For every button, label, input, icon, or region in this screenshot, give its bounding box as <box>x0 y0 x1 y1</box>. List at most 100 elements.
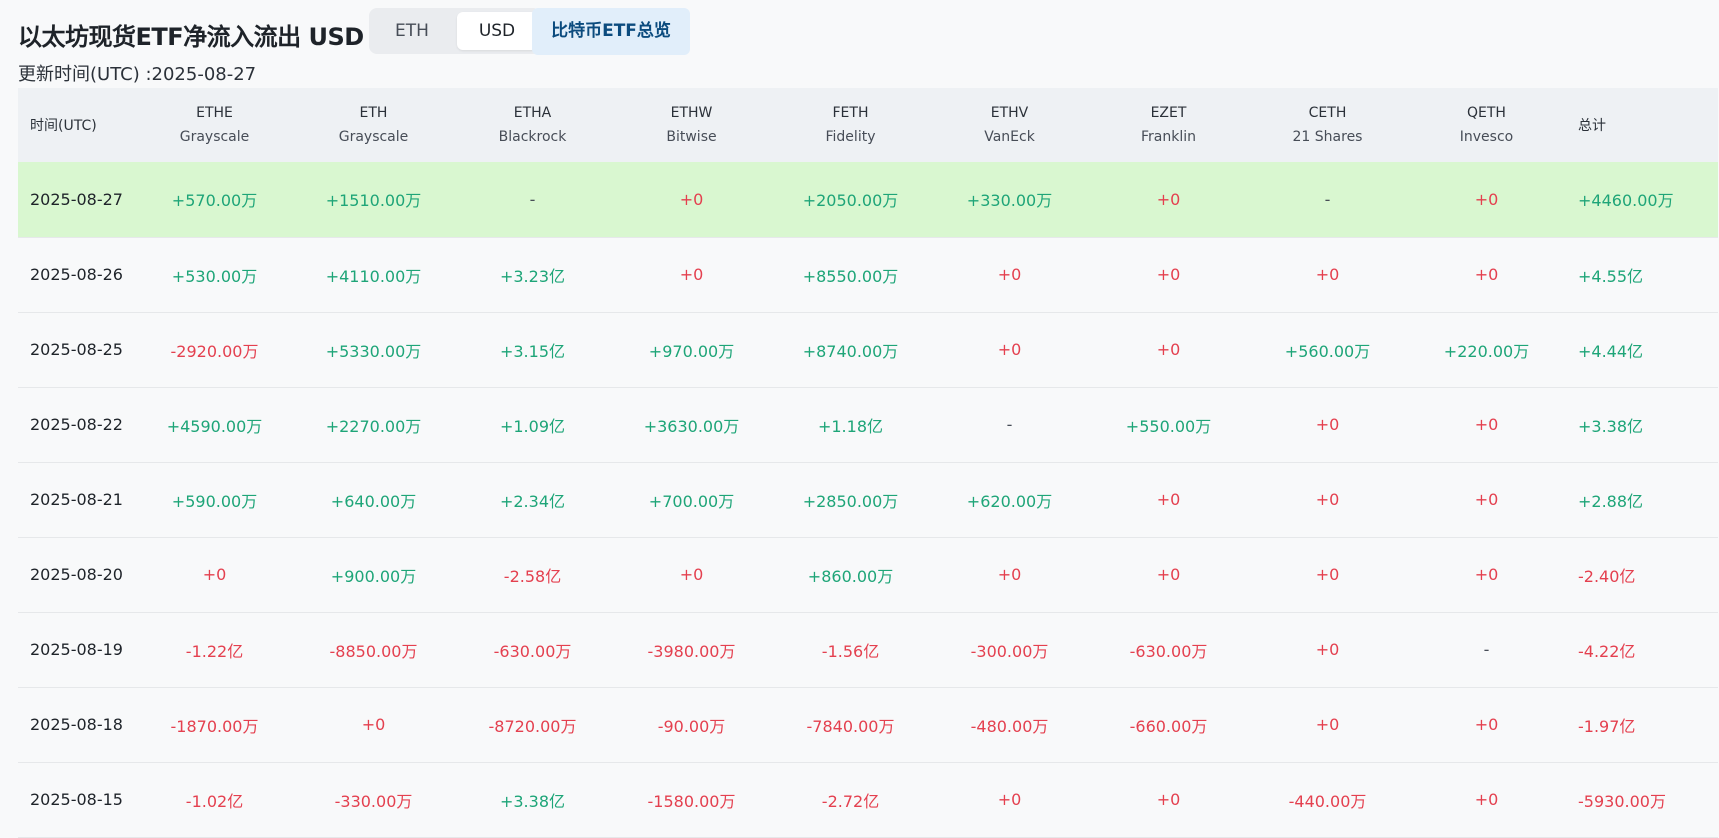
flow-cell: +8740.00万 <box>802 341 899 361</box>
column-code: ETH <box>359 105 388 121</box>
usd-unit-button[interactable]: USD <box>457 12 537 50</box>
table-row: 2025-08-22 +4590.00万 +2270.00万 +1.09亿 +3630.… <box>18 387 1718 462</box>
flow-cell: +0 <box>1156 189 1181 209</box>
column-header-ethw[interactable]: ETHW Bitwise <box>612 88 771 162</box>
row-date: 2025-08-25 <box>30 340 123 359</box>
flow-cell: +330.00万 <box>966 191 1053 211</box>
column-header-ceth[interactable]: CETH 21 Shares <box>1248 88 1407 162</box>
flow-cell: -630.00万 <box>1129 641 1208 661</box>
flow-cell: -7840.00万 <box>806 716 895 736</box>
flow-cell: -8720.00万 <box>488 716 577 736</box>
flow-cell: +0 <box>1474 565 1499 584</box>
flow-cell: +0 <box>1315 490 1340 509</box>
column-header-ethv[interactable]: ETHV VanEck <box>930 88 1089 162</box>
flow-cell: +620.00万 <box>966 491 1053 511</box>
flow-cell: +2.34亿 <box>499 491 566 511</box>
column-issuer: VanEck <box>984 129 1035 145</box>
table-row: 2025-08-21 +590.00万 +640.00万 +2.34亿 +700.00万… <box>18 462 1718 537</box>
flow-cell: +2050.00万 <box>802 191 899 211</box>
column-header-etha[interactable]: ETHA Blackrock <box>453 88 612 162</box>
flow-cell: +0 <box>1156 490 1181 509</box>
column-code: EZET <box>1150 105 1187 121</box>
row-date: 2025-08-27 <box>30 189 123 209</box>
column-header-ezet[interactable]: EZET Franklin <box>1089 88 1248 162</box>
flow-cell: +700.00万 <box>648 491 735 511</box>
table-row: 2025-08-27 +570.00万 +1510.00万 - +0 +2050.00万 +… <box>18 162 1718 237</box>
flow-cell: -1580.00万 <box>647 791 736 811</box>
btc-etf-overview-button[interactable]: 比特币ETF总览 <box>532 8 690 55</box>
flow-cell: -1.56亿 <box>821 641 880 661</box>
flow-cell: -1870.00万 <box>170 716 259 736</box>
flow-cell: +5330.00万 <box>325 341 422 361</box>
column-issuer: Franklin <box>1140 129 1196 145</box>
table-row: 2025-08-20 +0 +900.00万 -2.58亿 +0 +860.00万 +0 +0… <box>18 537 1718 612</box>
column-issuer: Fidelity <box>825 129 876 145</box>
table-row: 2025-08-26 +530.00万 +4110.00万 +3.23亿 +0 +8550… <box>18 237 1718 312</box>
flow-cell: +560.00万 <box>1284 341 1371 361</box>
flow-cell: +0 <box>1315 640 1340 659</box>
flow-cell: +3.23亿 <box>499 266 566 286</box>
flow-cell: +0 <box>679 565 704 584</box>
flow-cell: +0 <box>1474 265 1499 284</box>
flow-cell: +0 <box>679 265 704 284</box>
column-header-ethe[interactable]: ETHE Grayscale <box>135 88 294 162</box>
column-header-feth[interactable]: FETH Fidelity <box>771 88 930 162</box>
row-total: +4.55亿 <box>1578 266 1644 286</box>
flow-cell: +0 <box>1315 265 1340 284</box>
column-code: ETHV <box>990 105 1029 121</box>
flow-cell: - <box>1483 640 1490 659</box>
flow-cell: +0 <box>997 790 1022 809</box>
flow-cell: +1.09亿 <box>499 416 566 436</box>
table-row: 2025-08-19 -1.22亿 -8850.00万 -630.00万 -3980.0… <box>18 612 1718 687</box>
flow-cell: +0 <box>1156 790 1181 809</box>
flow-cell: +0 <box>679 189 704 209</box>
flow-cell: +0 <box>1156 265 1181 284</box>
flow-cell: +0 <box>1474 415 1499 434</box>
flow-cell: -1.22亿 <box>185 641 244 661</box>
flow-cell: -330.00万 <box>334 791 413 811</box>
flow-cell: -8850.00万 <box>329 641 418 661</box>
flow-cell: - <box>529 189 536 209</box>
flow-cell: +570.00万 <box>171 191 258 211</box>
flow-cell: -630.00万 <box>493 641 572 661</box>
column-issuer: Grayscale <box>179 129 250 145</box>
eth-unit-button[interactable]: ETH <box>373 12 451 50</box>
column-code: QETH <box>1467 105 1506 121</box>
column-header-qeth[interactable]: QETH Invesco <box>1407 88 1566 162</box>
flow-cell: +0 <box>1474 715 1499 734</box>
row-date: 2025-08-21 <box>30 490 123 509</box>
row-total: -4.22亿 <box>1578 641 1636 661</box>
flow-cell: +0 <box>1156 565 1181 584</box>
row-date: 2025-08-26 <box>30 265 123 284</box>
table-row: 2025-08-25 -2920.00万 +5330.00万 +3.15亿 +970.0… <box>18 312 1718 387</box>
column-header-eth[interactable]: ETH Grayscale <box>294 88 453 162</box>
unit-toggle: ETH USD <box>369 8 541 54</box>
flow-cell: +0 <box>1474 189 1499 209</box>
flow-cell: - <box>1324 189 1331 209</box>
flow-cell: +530.00万 <box>171 266 258 286</box>
flow-cell: +2850.00万 <box>802 491 899 511</box>
row-total: -5930.00万 <box>1578 791 1666 811</box>
flow-cell: -300.00万 <box>970 641 1049 661</box>
flow-cell: -2920.00万 <box>170 341 259 361</box>
column-issuer: Invesco <box>1459 129 1514 145</box>
etf-flow-table: 时间(UTC) ETHE Grayscale ETH Grayscale ETHA B… <box>18 88 1718 838</box>
flow-cell: +0 <box>1315 415 1340 434</box>
flow-cell: +550.00万 <box>1125 416 1212 436</box>
flow-cell: +0 <box>1474 490 1499 509</box>
flow-cell: -90.00万 <box>657 716 726 736</box>
updated-time: 更新时间(UTC) :2025-08-27 <box>18 64 257 85</box>
flow-cell: +0 <box>997 340 1022 359</box>
flow-cell: -3980.00万 <box>647 641 736 661</box>
flow-cell: +8550.00万 <box>802 266 899 286</box>
flow-cell: +1.18亿 <box>817 416 884 436</box>
page-header: 以太坊现货ETF净流入流出 USD ETH USD 比特币ETF总览 更新时间(… <box>18 0 1718 88</box>
row-date: 2025-08-22 <box>30 415 123 434</box>
flow-cell: +4110.00万 <box>325 266 422 286</box>
flow-cell: +0 <box>202 565 227 584</box>
row-total: +4.44亿 <box>1578 341 1644 361</box>
flow-cell: +640.00万 <box>330 491 417 511</box>
table-body: 2025-08-27 +570.00万 +1510.00万 - +0 +2050.00万 +… <box>18 162 1718 837</box>
column-code: ETHW <box>670 105 713 121</box>
row-date: 2025-08-20 <box>30 565 123 584</box>
